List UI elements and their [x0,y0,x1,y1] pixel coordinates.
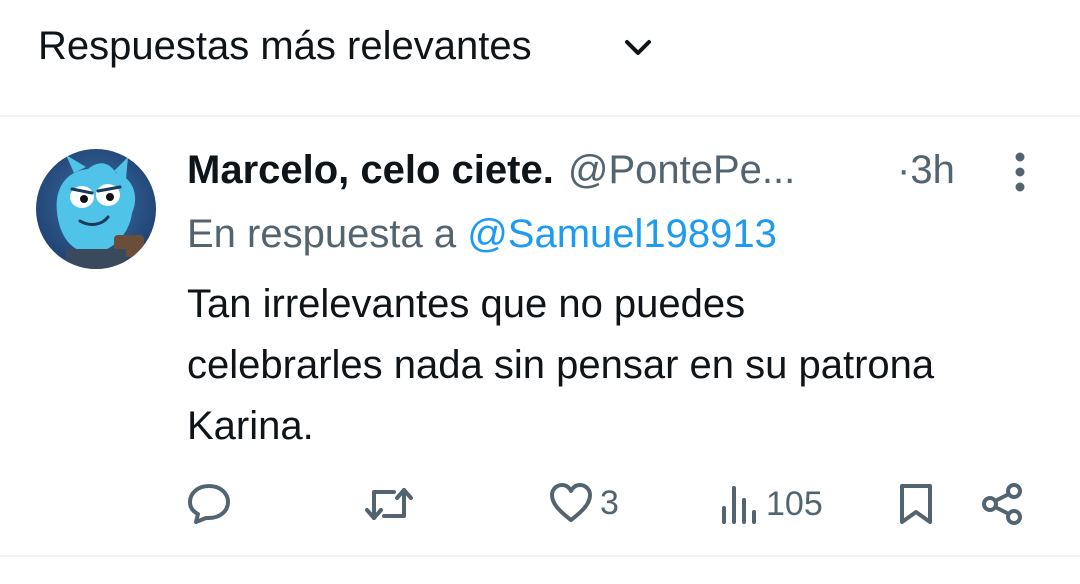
share-icon [980,482,1024,526]
sort-label[interactable]: Respuestas más relevantes [38,20,532,72]
more-options-icon[interactable] [1003,150,1037,194]
like-count: 3 [600,484,619,522]
views-button[interactable]: 105 [720,484,823,524]
reply-handle-link[interactable]: @Samuel198913 [467,212,777,256]
share-button[interactable] [980,482,1024,526]
tweet-text-line: Tan irrelevantes que no puedes [187,282,746,326]
reply-icon [186,482,232,524]
tweet-text-line: celebrarles nada sin pensar en su patron… [187,343,935,387]
author-line: Marcelo, celo ciete. @PontePe... [187,145,987,195]
tweet-text: Tan irrelevantes que no puedes celebrarl… [187,274,1057,457]
views-count: 105 [766,485,823,523]
reply-to-line: En respuesta a @Samuel198913 [187,209,777,259]
time-separator: · [897,148,911,192]
avatar[interactable] [36,149,156,269]
time-value[interactable]: 3h [910,148,955,192]
tweet-time[interactable]: ·3h [897,145,955,195]
retweet-button[interactable] [364,484,414,524]
reply-sort-header[interactable]: Respuestas más relevantes [0,0,1080,117]
retweet-icon [364,484,414,524]
views-icon [720,484,760,524]
divider [0,555,1080,557]
like-button[interactable]: 3 [548,482,619,524]
reply-prefix: En respuesta a [187,212,457,256]
bookmark-icon [898,482,934,526]
reply-button[interactable] [186,482,232,524]
author-handle[interactable]: @PontePe... [568,145,795,195]
author-name[interactable]: Marcelo, celo ciete. [187,148,554,192]
heart-icon [548,482,594,524]
bookmark-button[interactable] [898,482,934,526]
tweet-text-line: Karina. [187,404,314,448]
chevron-down-icon[interactable] [620,30,656,66]
